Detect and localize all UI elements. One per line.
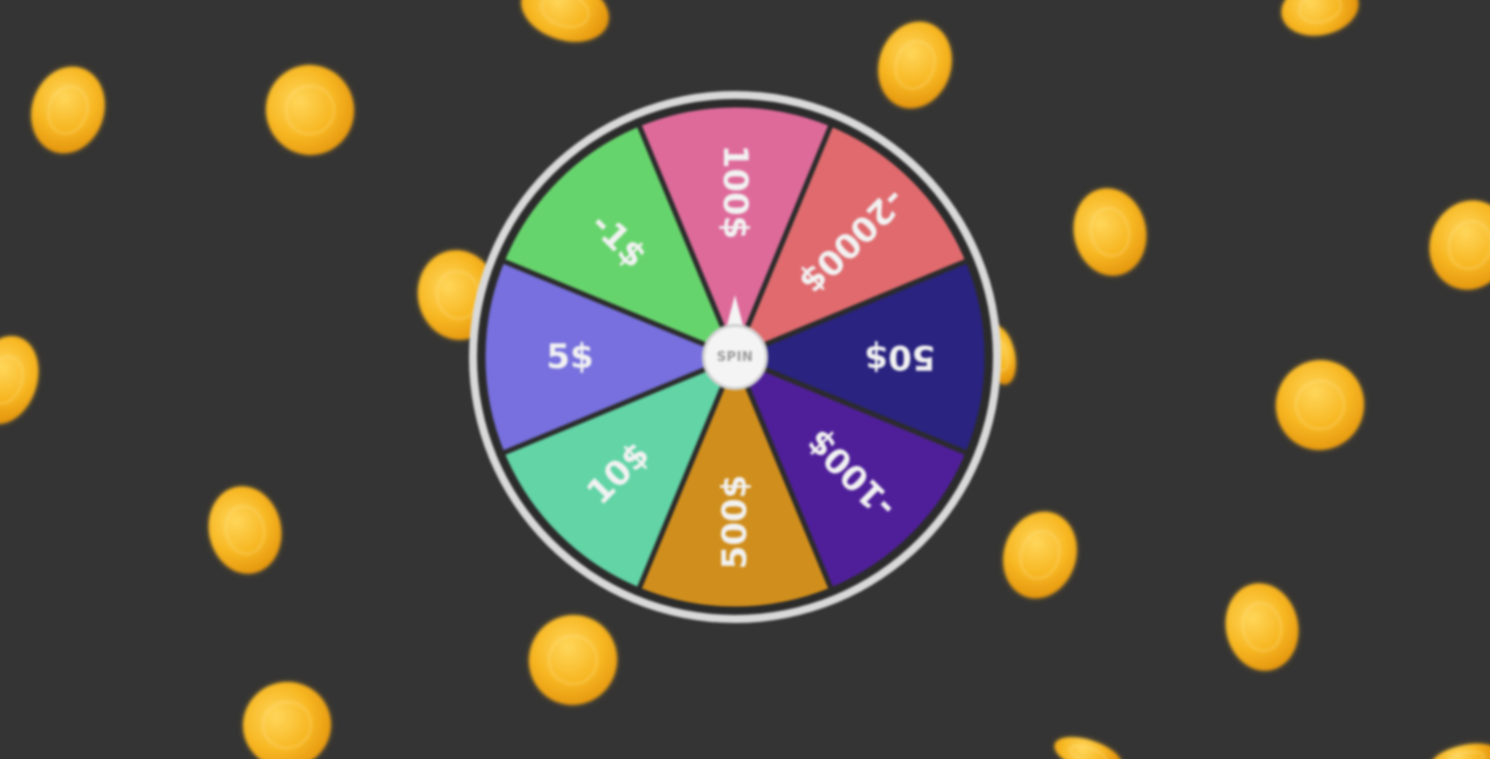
coin-icon — [512, 0, 618, 53]
coin-icon — [1427, 738, 1490, 759]
coin-icon — [0, 327, 50, 433]
coin-icon — [1050, 729, 1126, 759]
game-stage: 100$ -2000$ 50$ -100$ 500$ 10$ 5$ -1$ SPIN — [0, 0, 1490, 759]
coin-icon — [20, 57, 116, 163]
coin-icon — [1276, 0, 1364, 43]
spin-button[interactable]: SPIN — [702, 324, 768, 390]
prize-wheel[interactable]: 100$ -2000$ 50$ -100$ 500$ 10$ 5$ -1$ SPIN — [465, 87, 1005, 627]
coin-icon — [257, 56, 363, 164]
wheel-segment-label: 500$ — [715, 475, 755, 570]
wheel-segment-label: 100$ — [715, 145, 755, 240]
coin-icon — [1418, 189, 1490, 301]
coin-icon — [1065, 181, 1155, 283]
spin-button-label: SPIN — [716, 349, 754, 365]
coin-icon — [200, 479, 290, 581]
coin-icon — [1217, 576, 1307, 678]
coin-icon — [235, 673, 339, 759]
coin-icon — [1264, 348, 1376, 462]
wheel-segment-label: 50$ — [865, 337, 936, 377]
wheel-segment-label: 5$ — [546, 337, 593, 377]
coin-icon — [992, 502, 1088, 608]
